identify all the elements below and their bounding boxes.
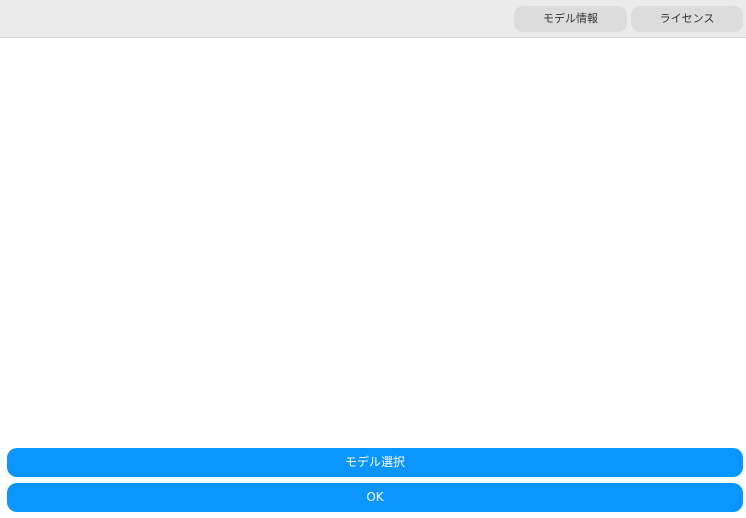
ok-button[interactable]: OK: [7, 483, 743, 512]
select-model-button[interactable]: モデル選択: [7, 448, 743, 477]
tab-model-info[interactable]: モデル情報: [514, 6, 627, 32]
top-toolbar: モデル情報 ライセンス: [0, 0, 746, 38]
tab-license[interactable]: ライセンス: [631, 6, 743, 32]
app-window: モデル情報 ライセンス モデル選択 OK: [0, 0, 746, 518]
content-area: [0, 39, 746, 439]
